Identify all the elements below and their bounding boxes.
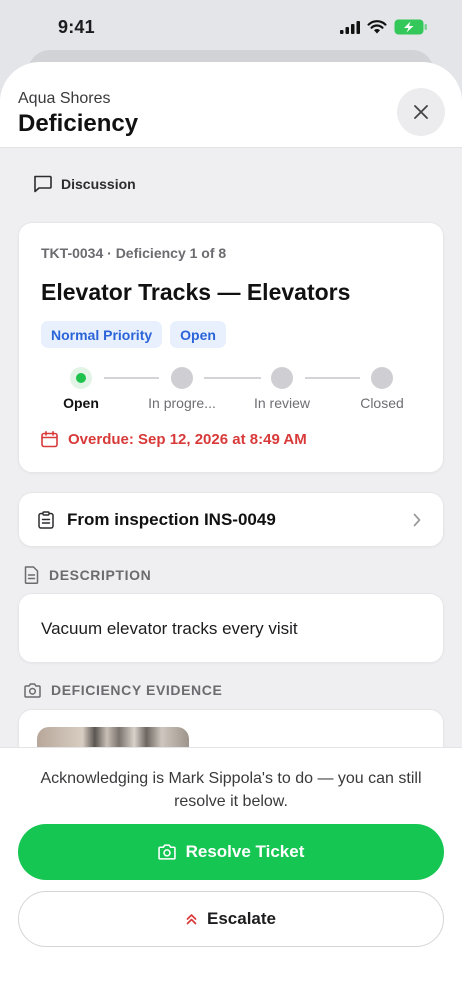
inspection-link[interactable]: From inspection INS-0049	[18, 492, 444, 547]
priority-badge: Normal Priority	[41, 321, 163, 348]
overdue-text: Overdue: Sep 12, 2026 at 8:49 AM	[68, 431, 307, 448]
chevron-right-icon	[413, 513, 421, 527]
camera-icon	[24, 682, 41, 698]
camera-icon	[157, 844, 176, 860]
step-label-closed: Closed	[360, 395, 404, 411]
wifi-icon	[367, 20, 387, 34]
status-icons	[340, 19, 428, 35]
overdue-row: Overdue: Sep 12, 2026 at 8:49 AM	[41, 431, 307, 448]
ticket-card: TKT-0034 · Deficiency 1 of 8 Elevator Tr…	[18, 222, 444, 473]
document-icon	[24, 566, 39, 584]
step-dot-in-review	[271, 367, 293, 389]
ticket-badges: Normal Priority Open	[41, 321, 226, 348]
status-time: 9:41	[58, 16, 95, 37]
close-button[interactable]	[397, 88, 445, 136]
inspection-label: From inspection INS-0049	[67, 510, 276, 529]
discussion-label: Discussion	[61, 176, 136, 192]
escalate-button[interactable]: Escalate	[18, 891, 444, 947]
step-connector	[204, 377, 261, 379]
battery-charging-icon	[394, 19, 427, 35]
description-heading: DESCRIPTION	[24, 566, 151, 584]
page-title: Deficiency	[18, 110, 139, 137]
resolve-ticket-label: Resolve Ticket	[185, 842, 305, 861]
discussion-link[interactable]: Discussion	[33, 175, 136, 193]
acknowledge-note: Acknowledging is Mark Sippola's to do — …	[40, 770, 422, 810]
step-dot-in-progress	[171, 367, 193, 389]
step-connector	[104, 377, 159, 379]
step-connector	[305, 377, 360, 379]
escalate-label: Escalate	[207, 909, 276, 928]
step-label-open: Open	[63, 395, 99, 411]
status-bar: 9:41	[0, 0, 462, 54]
status-badge: Open	[170, 321, 226, 348]
evidence-heading-text: DEFICIENCY EVIDENCE	[51, 682, 223, 698]
calendar-icon	[41, 431, 58, 448]
double-chevron-up-icon	[186, 914, 197, 925]
sheet-header: Aqua Shores Deficiency	[0, 62, 462, 148]
evidence-heading: DEFICIENCY EVIDENCE	[24, 682, 222, 698]
description-text: Vacuum elevator tracks every visit	[41, 619, 298, 638]
step-label-in-progress: In progre...	[148, 395, 216, 411]
cellular-signal-icon	[340, 20, 360, 34]
action-panel: Acknowledging is Mark Sippola's to do — …	[0, 747, 462, 1000]
step-label-in-review: In review	[253, 395, 311, 411]
status-stepper: Open In progre... In review Closed	[19, 363, 445, 423]
chat-bubble-icon	[34, 175, 52, 193]
step-dot-closed	[371, 367, 393, 389]
resolve-ticket-button[interactable]: Resolve Ticket	[18, 824, 444, 880]
property-name: Aqua Shores	[18, 90, 111, 107]
ticket-id: TKT-0034 · Deficiency 1 of 8	[41, 245, 227, 261]
description-card: Vacuum elevator tracks every visit	[18, 593, 444, 663]
description-heading-text: DESCRIPTION	[49, 567, 152, 583]
deficiency-sheet: Aqua Shores Deficiency Discussion TKT-00…	[0, 62, 462, 1000]
close-icon	[414, 105, 428, 119]
step-dot-open	[70, 367, 92, 389]
ticket-title: Elevator Tracks — Elevators	[41, 279, 351, 305]
clipboard-icon	[38, 511, 54, 529]
